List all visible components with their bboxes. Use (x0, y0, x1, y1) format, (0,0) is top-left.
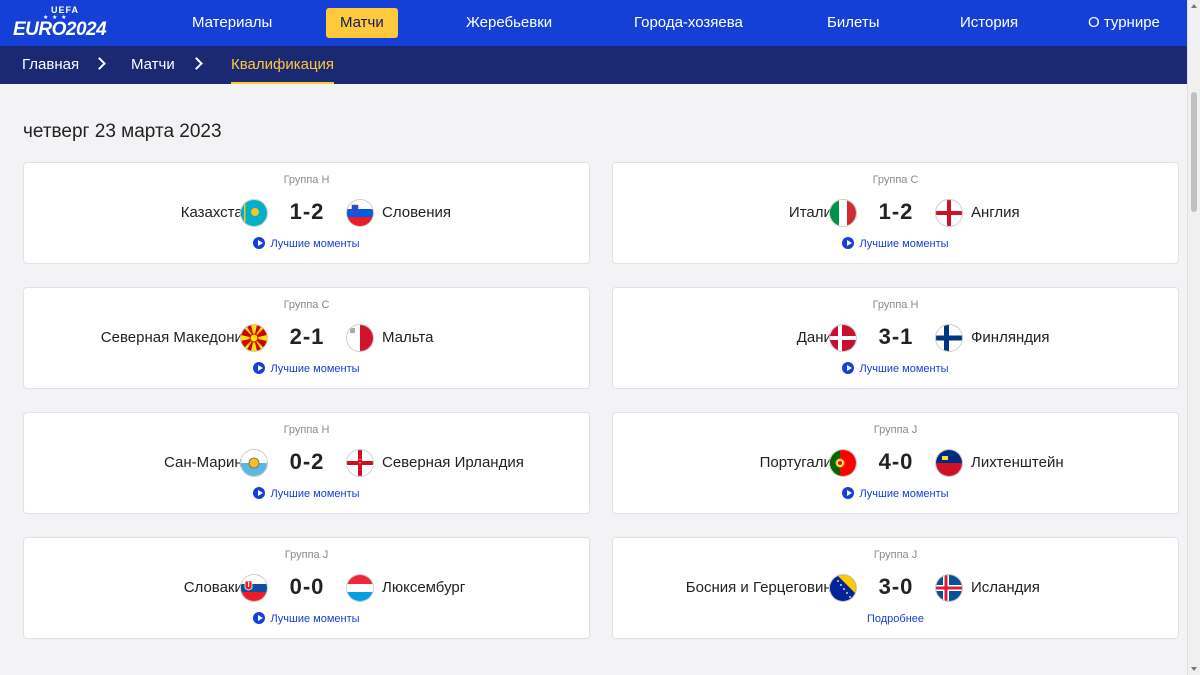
match-group: Группа H (283, 174, 330, 186)
match-score: 0-0 (289, 574, 325, 599)
italy-flag-icon (829, 199, 857, 227)
play-icon (842, 362, 855, 375)
bosnia-flag-icon (829, 574, 857, 602)
nav-item-materials[interactable]: Материалы (192, 0, 272, 46)
logo-euro-text: EURO2024 (13, 19, 107, 40)
link-label: Лучшие моменты (270, 363, 360, 375)
link-label: Лучшие моменты (859, 363, 949, 375)
match-group: Группа H (872, 299, 919, 311)
kazakhstan-flag-icon (240, 199, 268, 227)
away-team-name: Словения (382, 204, 452, 221)
breadcrumb-qualification[interactable]: Квалификация (231, 46, 335, 84)
portugal-flag-icon (829, 449, 857, 477)
breadcrumb-matches[interactable]: Матчи (131, 46, 175, 84)
away-team-name: Северная Ирландия (382, 454, 524, 471)
link-label: Лучшие моменты (270, 238, 360, 250)
scroll-up-icon[interactable] (1191, 4, 1197, 8)
play-icon (253, 612, 266, 625)
match-card[interactable]: Группа H Сан-Марино 0-2 Северная Ирландия Лу… (23, 412, 590, 514)
nav-item-host-cities[interactable]: Города-хозяева (634, 0, 743, 46)
breadcrumb: Главная Матчи Квалификация (0, 46, 1188, 84)
northern-ireland-flag-icon (346, 449, 374, 477)
match-group: Группа C (872, 174, 919, 186)
san-marino-flag-icon (240, 449, 268, 477)
north-macedonia-flag-icon (240, 324, 268, 352)
highlights-link[interactable]: Лучшие моменты (613, 237, 1178, 250)
slovenia-flag-icon (346, 199, 374, 227)
match-card[interactable]: Группа J Словакия 0-0 Люксембург Лучшие моме… (23, 537, 590, 639)
home-team-name: Сан-Марино (164, 454, 251, 471)
match-score: 3-0 (878, 574, 914, 599)
liechtenstein-flag-icon (935, 449, 963, 477)
away-team-name: Люксембург (382, 579, 466, 596)
match-group: Группа H (283, 424, 330, 436)
link-label: Лучшие моменты (859, 488, 949, 500)
link-label: Подробнее (866, 613, 925, 625)
match-date-heading: четверг 23 марта 2023 (23, 121, 222, 142)
match-score: 4-0 (878, 449, 914, 474)
nav-item-matches[interactable]: Матчи (326, 8, 398, 38)
highlights-link[interactable]: Лучшие моменты (24, 362, 589, 375)
play-icon (253, 487, 266, 500)
luxembourg-flag-icon (346, 574, 374, 602)
highlights-link[interactable]: Лучшие моменты (24, 237, 589, 250)
match-score: 0-2 (289, 449, 325, 474)
top-navigation-bar: UEFA ★ ★ ★ EURO2024 Материалы Матчи Жере… (0, 0, 1188, 46)
match-group: Группа J (873, 549, 918, 561)
match-card[interactable]: Группа J Португалия 4-0 Лихтенштейн Лучшие м… (612, 412, 1179, 514)
scroll-down-icon[interactable] (1191, 667, 1197, 671)
finland-flag-icon (935, 324, 963, 352)
highlights-link[interactable]: Лучшие моменты (613, 362, 1178, 375)
chevron-right-icon (190, 57, 203, 70)
match-card[interactable]: Группа C Италия 1-2 Англия Лучшие моменты (612, 162, 1179, 264)
euro2024-logo[interactable]: UEFA ★ ★ ★ EURO2024 (13, 5, 113, 43)
match-card[interactable]: Группа H Дания 3-1 Финляндия Лучшие моменты (612, 287, 1179, 389)
match-group: Группа J (284, 549, 329, 561)
iceland-flag-icon (935, 574, 963, 602)
link-label: Лучшие моменты (859, 238, 949, 250)
malta-flag-icon (346, 324, 374, 352)
match-card[interactable]: Группа C Северная Македония 2-1 Мальта Лучши… (23, 287, 590, 389)
highlights-link[interactable]: Лучшие моменты (24, 487, 589, 500)
match-score: 2-1 (289, 324, 325, 349)
match-group: Группа J (873, 424, 918, 436)
play-icon (253, 237, 266, 250)
play-icon (842, 237, 855, 250)
link-label: Лучшие моменты (270, 613, 360, 625)
match-score: 1-2 (289, 199, 325, 224)
chevron-right-icon (93, 57, 106, 70)
play-icon (842, 487, 855, 500)
details-link[interactable]: Подробнее (613, 613, 1178, 625)
match-score: 1-2 (878, 199, 914, 224)
match-card[interactable]: Группа J Босния и Герцеговина 3-0 Исландия П… (612, 537, 1179, 639)
breadcrumb-home[interactable]: Главная (22, 46, 79, 84)
scrollbar[interactable] (1187, 0, 1200, 675)
away-team-name: Финляндия (971, 329, 1050, 346)
slovakia-flag-icon (240, 574, 268, 602)
away-team-name: Лихтенштейн (971, 454, 1064, 471)
england-flag-icon (935, 199, 963, 227)
highlights-link[interactable]: Лучшие моменты (24, 612, 589, 625)
home-team-name: Северная Македония (100, 329, 251, 346)
denmark-flag-icon (829, 324, 857, 352)
match-group: Группа C (283, 299, 330, 311)
nav-item-about[interactable]: О турнире (1088, 0, 1160, 46)
match-score: 3-1 (878, 324, 914, 349)
highlights-link[interactable]: Лучшие моменты (613, 487, 1178, 500)
away-team-name: Исландия (971, 579, 1040, 596)
link-label: Лучшие моменты (270, 488, 360, 500)
home-team-name: Португалия (759, 454, 840, 471)
nav-item-history[interactable]: История (960, 0, 1018, 46)
away-team-name: Англия (971, 204, 1020, 221)
away-team-name: Мальта (382, 329, 434, 346)
nav-item-draws[interactable]: Жеребьевки (466, 0, 552, 46)
scrollbar-thumb[interactable] (1191, 92, 1197, 212)
match-card[interactable]: Группа H Казахстан 1-2 Словения Лучшие момен… (23, 162, 590, 264)
play-icon (253, 362, 266, 375)
home-team-name: Босния и Герцеговина (685, 579, 840, 596)
nav-item-tickets[interactable]: Билеты (827, 0, 879, 46)
